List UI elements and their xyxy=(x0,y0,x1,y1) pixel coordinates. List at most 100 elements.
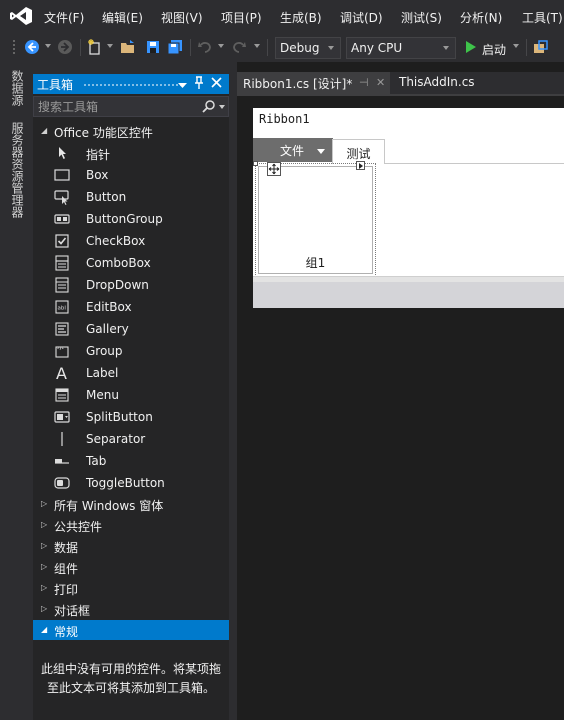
toolbox-item-label: ToggleButton xyxy=(86,476,165,490)
dropdown-icon xyxy=(54,277,70,293)
toolbox-item-dropdown[interactable]: DropDown xyxy=(33,274,229,296)
navigate-back-dropdown-icon[interactable] xyxy=(45,44,51,48)
menu-view[interactable]: 视图(V) xyxy=(161,9,203,26)
toolbox-item-label: Group xyxy=(86,344,123,358)
toolbox-item-combobox[interactable]: ComboBox xyxy=(33,252,229,274)
toolbox-item-label: EditBox xyxy=(86,300,132,314)
close-tab-icon[interactable]: ✕ xyxy=(376,76,385,89)
box-icon xyxy=(54,167,70,183)
combobox-icon xyxy=(54,255,70,271)
toolbar-separator xyxy=(526,39,527,56)
new-project-dropdown-icon[interactable] xyxy=(107,44,113,48)
redo-icon[interactable] xyxy=(230,38,248,56)
toolbox-item-label: Label xyxy=(86,366,119,380)
smart-tag-arrow-icon[interactable] xyxy=(356,161,365,170)
toolbox-group-components[interactable]: ▷ 组件 xyxy=(33,557,229,577)
tab-label: Ribbon1.cs [设计]* xyxy=(243,77,353,91)
search-icon[interactable] xyxy=(202,99,216,113)
toolbox-drag-grip[interactable] xyxy=(83,83,183,87)
tab-thisaddin[interactable]: ThisAddIn.cs xyxy=(393,72,481,94)
toolbox-group-label: 公共控件 xyxy=(54,520,103,534)
menu-project[interactable]: 项目(P) xyxy=(221,9,262,26)
toolbox-item-label: ComboBox xyxy=(86,256,151,270)
open-file-icon[interactable] xyxy=(119,38,137,56)
toolbox-item-box[interactable]: Box xyxy=(33,164,229,186)
svg-text:xyz: xyz xyxy=(57,345,64,350)
toolbox-item-label: ButtonGroup xyxy=(86,212,163,226)
navigate-back-icon[interactable] xyxy=(23,38,41,56)
tab-ribbon1-designer[interactable]: Ribbon1.cs [设计]* ⊣ ✕ xyxy=(237,72,390,94)
toolbox-item-checkbox[interactable]: CheckBox xyxy=(33,230,229,252)
toolbox-title: 工具箱 xyxy=(37,78,74,92)
menu-analyze[interactable]: 分析(N) xyxy=(460,9,502,26)
menu-edit[interactable]: 编辑(E) xyxy=(102,9,143,26)
new-project-icon[interactable] xyxy=(86,38,104,56)
expanded-triangle-icon: ◢ xyxy=(41,625,48,634)
toolbox-group-data[interactable]: ▷ 数据 xyxy=(33,536,229,556)
toolbox-search-input[interactable] xyxy=(38,98,198,115)
menu-test[interactable]: 测试(S) xyxy=(401,9,442,26)
toolbar-grip[interactable] xyxy=(12,39,16,55)
separator-icon xyxy=(54,431,70,447)
tab-data-sources[interactable]: 数据源 xyxy=(9,70,26,106)
toolbox-group-all-windows-forms[interactable]: ▷ 所有 Windows 窗体 xyxy=(33,494,229,514)
menu-tools[interactable]: 工具(T) xyxy=(522,9,563,26)
toolbox-item-group[interactable]: xyz Group xyxy=(33,340,229,362)
toolbox-group-common-controls[interactable]: ▷ 公共控件 xyxy=(33,515,229,535)
move-icon[interactable] xyxy=(267,162,281,176)
toolbox-item-menu[interactable]: Menu xyxy=(33,384,229,406)
undo-icon[interactable] xyxy=(196,38,214,56)
menu-debug[interactable]: 调试(D) xyxy=(340,9,383,26)
toolbox-item-separator[interactable]: Separator xyxy=(33,428,229,450)
toolbox-item-editbox[interactable]: abl EditBox xyxy=(33,296,229,318)
panel-splitter[interactable] xyxy=(229,62,237,720)
visual-studio-logo-icon xyxy=(10,7,32,25)
find-in-files-icon[interactable] xyxy=(532,38,550,56)
toolbox-item-gallery[interactable]: Gallery xyxy=(33,318,229,340)
toolbox-item-label: 指针 xyxy=(86,148,111,162)
toolbox-item-button[interactable]: Button xyxy=(33,186,229,208)
toolbox-item-buttongroup[interactable]: ButtonGroup xyxy=(33,208,229,230)
solution-platform-combo[interactable]: Any CPU xyxy=(346,37,456,59)
editbox-icon: abl xyxy=(54,299,70,315)
toolbox-item-pointer[interactable]: 指针 xyxy=(33,142,229,164)
pin-icon[interactable] xyxy=(194,76,204,93)
navigate-forward-icon[interactable] xyxy=(56,38,74,56)
toolbox-group-printing[interactable]: ▷ 打印 xyxy=(33,578,229,598)
resize-handle[interactable] xyxy=(253,161,258,166)
toolbox-item-splitbutton[interactable]: SplitButton xyxy=(33,406,229,428)
save-icon[interactable] xyxy=(144,38,162,56)
solution-configuration-combo[interactable]: Debug xyxy=(275,37,341,59)
toolbox-item-togglebutton[interactable]: ToggleButton xyxy=(33,472,229,494)
toolbox-group-dialogs[interactable]: ▷ 对话框 xyxy=(33,599,229,619)
tab-icon xyxy=(54,453,70,469)
redo-dropdown-icon[interactable] xyxy=(254,44,260,48)
tab-server-explorer[interactable]: 服务器资源管理器 xyxy=(9,122,26,218)
toolbox-item-tab[interactable]: Tab xyxy=(33,450,229,472)
start-play-icon[interactable] xyxy=(462,38,480,56)
ribbon-tab-baseline xyxy=(385,163,564,164)
toolbox-item-label: Separator xyxy=(86,432,146,446)
window-position-dropdown-icon[interactable] xyxy=(178,78,187,92)
menu-file[interactable]: 文件(F) xyxy=(44,9,84,26)
start-button[interactable]: 启动 xyxy=(482,41,506,58)
close-icon[interactable] xyxy=(211,77,222,91)
save-all-icon[interactable] xyxy=(166,38,184,56)
splitbutton-icon xyxy=(54,409,70,425)
toolbox-item-label-control[interactable]: A Label xyxy=(33,362,229,384)
toolbox-header[interactable]: 工具箱 xyxy=(33,74,229,94)
toolbox-group-office-ribbon[interactable]: ◢ Office 功能区控件 xyxy=(33,121,229,141)
gallery-icon xyxy=(54,321,70,337)
search-options-dropdown-icon[interactable] xyxy=(219,105,225,109)
menu-build[interactable]: 生成(B) xyxy=(280,9,322,26)
toolbox-group-general[interactable]: ◢ 常规 xyxy=(33,620,229,640)
undo-dropdown-icon[interactable] xyxy=(218,44,224,48)
menu-icon xyxy=(54,387,70,403)
ribbon-file-tab[interactable]: 文件 xyxy=(253,138,333,162)
start-dropdown-icon[interactable] xyxy=(513,44,519,48)
collapsed-triangle-icon: ▷ xyxy=(41,604,48,613)
pin-tab-icon[interactable]: ⊣ xyxy=(359,76,369,89)
toolbox-item-label: DropDown xyxy=(86,278,149,292)
ribbon-designer-surface[interactable]: Ribbon1 文件 测试 组1 xyxy=(253,108,564,308)
ribbon-tab-label: 测试 xyxy=(346,147,371,161)
